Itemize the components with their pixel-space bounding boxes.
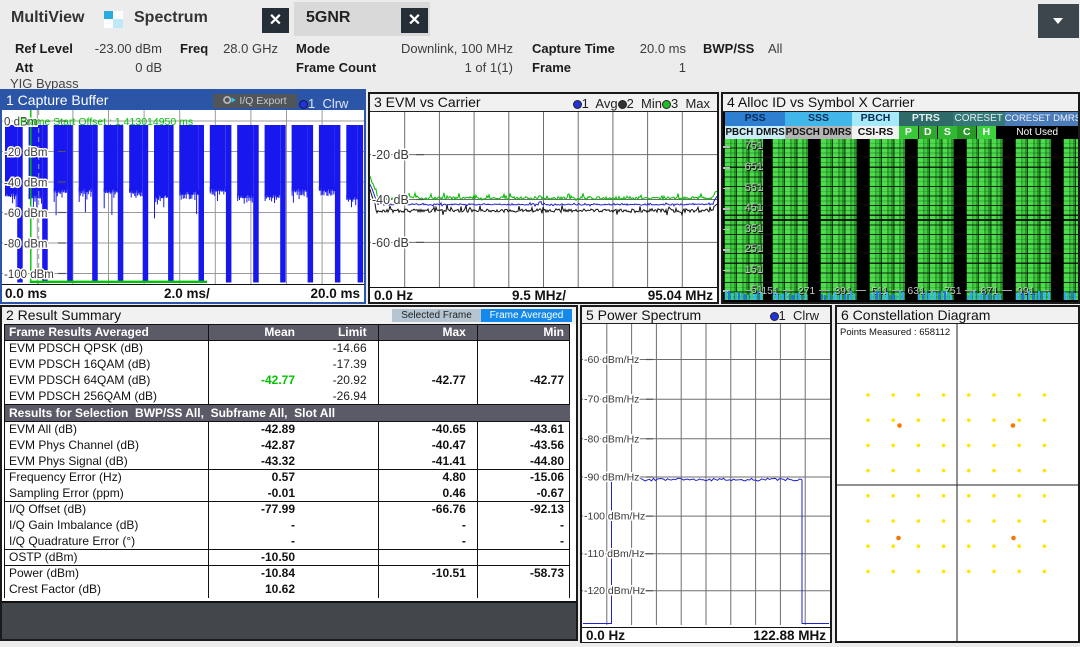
- svg-text:-80 dBm: -80 dBm: [4, 239, 47, 251]
- svg-text:-40 dBm: -40 dBm: [4, 178, 47, 190]
- svg-text:-70 dBm/Hz: -70 dBm/Hz: [584, 394, 639, 406]
- svg-text:-20 dB: -20 dB: [372, 148, 409, 162]
- svg-text:-120 dBm/Hz: -120 dBm/Hz: [584, 585, 645, 597]
- svg-text:-100 dBm: -100 dBm: [4, 269, 54, 281]
- svg-text:-100 dBm/Hz: -100 dBm/Hz: [584, 511, 645, 523]
- svg-text:-90 dBm/Hz: -90 dBm/Hz: [584, 472, 639, 484]
- svg-text:-40 dB: -40 dB: [372, 193, 409, 207]
- svg-text:-60 dBm: -60 dBm: [4, 208, 47, 220]
- svg-text:-20 dBm: -20 dBm: [4, 147, 47, 159]
- svg-text:-80 dBm/Hz: -80 dBm/Hz: [584, 433, 639, 445]
- svg-text:Frame Start Offset : 1.4130149: Frame Start Offset : 1.413014950 ms: [20, 116, 193, 128]
- svg-text:-110 dBm/Hz: -110 dBm/Hz: [584, 548, 645, 560]
- svg-text:-60 dBm/Hz: -60 dBm/Hz: [584, 354, 639, 366]
- svg-text:-60 dB: -60 dB: [372, 236, 409, 250]
- svg-text:Points Measured : 658112: Points Measured : 658112: [840, 327, 950, 338]
